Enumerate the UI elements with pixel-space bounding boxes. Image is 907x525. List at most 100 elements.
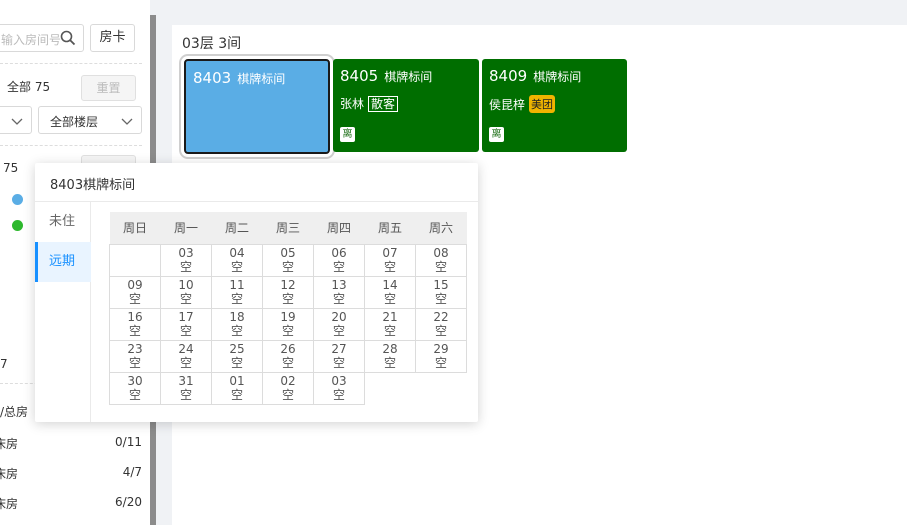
room-type: 棋牌标间 bbox=[384, 70, 433, 84]
room-number-text: 8403 bbox=[193, 69, 232, 87]
day-status: 空 bbox=[434, 356, 447, 370]
calendar-day-cell[interactable]: 21 空 bbox=[364, 307, 416, 341]
calendar-day-cell[interactable]: 09 空 bbox=[109, 275, 161, 309]
room-number-text: 8405 bbox=[340, 67, 379, 85]
day-number: 13 bbox=[331, 278, 347, 292]
day-status: 空 bbox=[230, 260, 243, 274]
calendar-day-cell[interactable]: 20 空 bbox=[313, 307, 365, 341]
calendar-day-cell[interactable]: 31 空 bbox=[160, 371, 212, 405]
chevron-down-icon bbox=[11, 115, 23, 129]
search-row: 输入房间号 房卡 bbox=[0, 24, 135, 52]
weekday-label: 周一 bbox=[160, 212, 212, 244]
tab-not-occupied[interactable]: 未住 bbox=[35, 202, 91, 242]
calendar-day-cell[interactable]: 29 空 bbox=[415, 339, 467, 373]
day-status: 空 bbox=[179, 388, 192, 402]
calendar-week-row: 23 空 24 空 25 空 26 空 27 空 28 空 29 空 bbox=[109, 339, 467, 373]
calendar-day-cell[interactable]: 11 空 bbox=[211, 275, 263, 309]
day-number: 14 bbox=[382, 278, 398, 292]
day-status: 空 bbox=[332, 324, 345, 338]
room-type: 棋牌标间 bbox=[533, 70, 582, 84]
calendar-day-cell[interactable]: 18 空 bbox=[211, 307, 263, 341]
calendar-day-cell[interactable]: 05 空 bbox=[262, 243, 314, 277]
weekday-header: 周日 周一 周二 周三 周四 周五 周六 bbox=[109, 212, 467, 244]
room-number-text: 8409 bbox=[489, 67, 528, 85]
search-icon[interactable] bbox=[60, 30, 76, 50]
type-select[interactable] bbox=[0, 106, 32, 134]
divider bbox=[0, 63, 142, 64]
calendar-day-cell[interactable]: 10 空 bbox=[160, 275, 212, 309]
room-card-8403[interactable]: 8403 棋牌标间 bbox=[184, 59, 330, 154]
calendar-day-cell[interactable]: 16 空 bbox=[109, 307, 161, 341]
day-status: 空 bbox=[434, 324, 447, 338]
room-number: 8403 棋牌标间 bbox=[193, 69, 285, 87]
calendar-day-cell[interactable]: 14 空 bbox=[364, 275, 416, 309]
day-number: 20 bbox=[331, 310, 347, 324]
calendar-week-row: 16 空 17 空 18 空 19 空 20 空 21 空 22 空 bbox=[109, 307, 467, 341]
calendar-day-cell[interactable]: 26 空 bbox=[262, 339, 314, 373]
status-dot-occupied bbox=[12, 220, 23, 231]
calendar-day-cell[interactable]: 17 空 bbox=[160, 307, 212, 341]
room-card-8405[interactable]: 8405 棋牌标间 张林 散客 离 bbox=[333, 59, 479, 152]
popover-tabs: 未住 远期 bbox=[35, 202, 91, 422]
calendar-day-cell[interactable]: 15 空 bbox=[415, 275, 467, 309]
calendar-day-cell[interactable]: 07 空 bbox=[364, 243, 416, 277]
day-status: 空 bbox=[281, 292, 294, 306]
status-dot-vacant bbox=[12, 194, 23, 205]
tab-future[interactable]: 远期 bbox=[35, 242, 91, 282]
calendar-day-cell[interactable]: 02 空 bbox=[262, 371, 314, 405]
calendar-day-cell[interactable]: 27 空 bbox=[313, 339, 365, 373]
room-card-8409[interactable]: 8409 棋牌标间 侯昆梓 美团 离 bbox=[482, 59, 627, 152]
day-status: 空 bbox=[281, 324, 294, 338]
calendar-day-cell[interactable]: 01 空 bbox=[211, 371, 263, 405]
day-number: 11 bbox=[229, 278, 245, 292]
day-status: 空 bbox=[332, 260, 345, 274]
day-number: 28 bbox=[382, 342, 398, 356]
calendar-day-cell[interactable]: 23 空 bbox=[109, 339, 161, 373]
day-status: 空 bbox=[281, 388, 294, 402]
calendar-day-cell[interactable]: 06 空 bbox=[313, 243, 365, 277]
floor-select[interactable]: 全部楼层 bbox=[38, 106, 142, 134]
room-card-button[interactable]: 房卡 bbox=[90, 24, 135, 52]
meituan-tag: 美团 bbox=[529, 95, 556, 113]
day-status: 空 bbox=[128, 292, 141, 306]
calendar-day-cell[interactable]: 03 空 bbox=[160, 243, 212, 277]
day-number: 02 bbox=[280, 374, 296, 388]
day-status: 空 bbox=[281, 260, 294, 274]
divider bbox=[0, 145, 142, 146]
floor-title: 03层 3间 bbox=[182, 36, 242, 52]
search-input[interactable]: 输入房间号 bbox=[0, 24, 84, 52]
source-tag: 散客 bbox=[368, 95, 399, 112]
calendar-day-cell[interactable]: 19 空 bbox=[262, 307, 314, 341]
status-count: 75 bbox=[3, 161, 19, 175]
calendar-day-cell[interactable]: 25 空 bbox=[211, 339, 263, 373]
weekday-label: 周日 bbox=[109, 212, 161, 244]
guest-info: 张林 散客 bbox=[340, 95, 399, 112]
weekday-label: 周四 bbox=[313, 212, 365, 244]
day-status: 空 bbox=[383, 356, 396, 370]
calendar-day-cell[interactable]: 22 空 bbox=[415, 307, 467, 341]
calendar-day-cell[interactable]: 03 空 bbox=[313, 371, 365, 405]
stat-count: 6/20 bbox=[115, 495, 142, 509]
search-placeholder: 输入房间号 bbox=[1, 33, 62, 47]
day-number: 16 bbox=[127, 310, 143, 324]
calendar-day-cell[interactable]: 13 空 bbox=[313, 275, 365, 309]
calendar-grid: 周日 周一 周二 周三 周四 周五 周六 03 空 04 空 05 空 06 空 07 空 08 空 0… bbox=[109, 212, 467, 405]
calendar-day-cell[interactable]: 08 空 bbox=[415, 243, 467, 277]
guest-name: 侯昆梓 bbox=[489, 97, 526, 112]
day-status: 空 bbox=[383, 260, 396, 274]
reset-button[interactable]: 重置 bbox=[81, 75, 136, 101]
day-number: 10 bbox=[178, 278, 194, 292]
day-number: 06 bbox=[331, 246, 347, 260]
day-status: 空 bbox=[230, 388, 243, 402]
calendar-day-cell[interactable]: 30 空 bbox=[109, 371, 161, 405]
day-number: 21 bbox=[382, 310, 398, 324]
calendar-day-cell[interactable]: 12 空 bbox=[262, 275, 314, 309]
day-status: 空 bbox=[434, 292, 447, 306]
calendar-day-cell[interactable]: 24 空 bbox=[160, 339, 212, 373]
day-number: 31 bbox=[178, 374, 194, 388]
stat-count: 4/7 bbox=[122, 465, 142, 479]
calendar-day-cell[interactable]: 04 空 bbox=[211, 243, 263, 277]
day-number: 27 bbox=[331, 342, 347, 356]
calendar-day-cell[interactable]: 28 空 bbox=[364, 339, 416, 373]
day-status: 空 bbox=[281, 356, 294, 370]
